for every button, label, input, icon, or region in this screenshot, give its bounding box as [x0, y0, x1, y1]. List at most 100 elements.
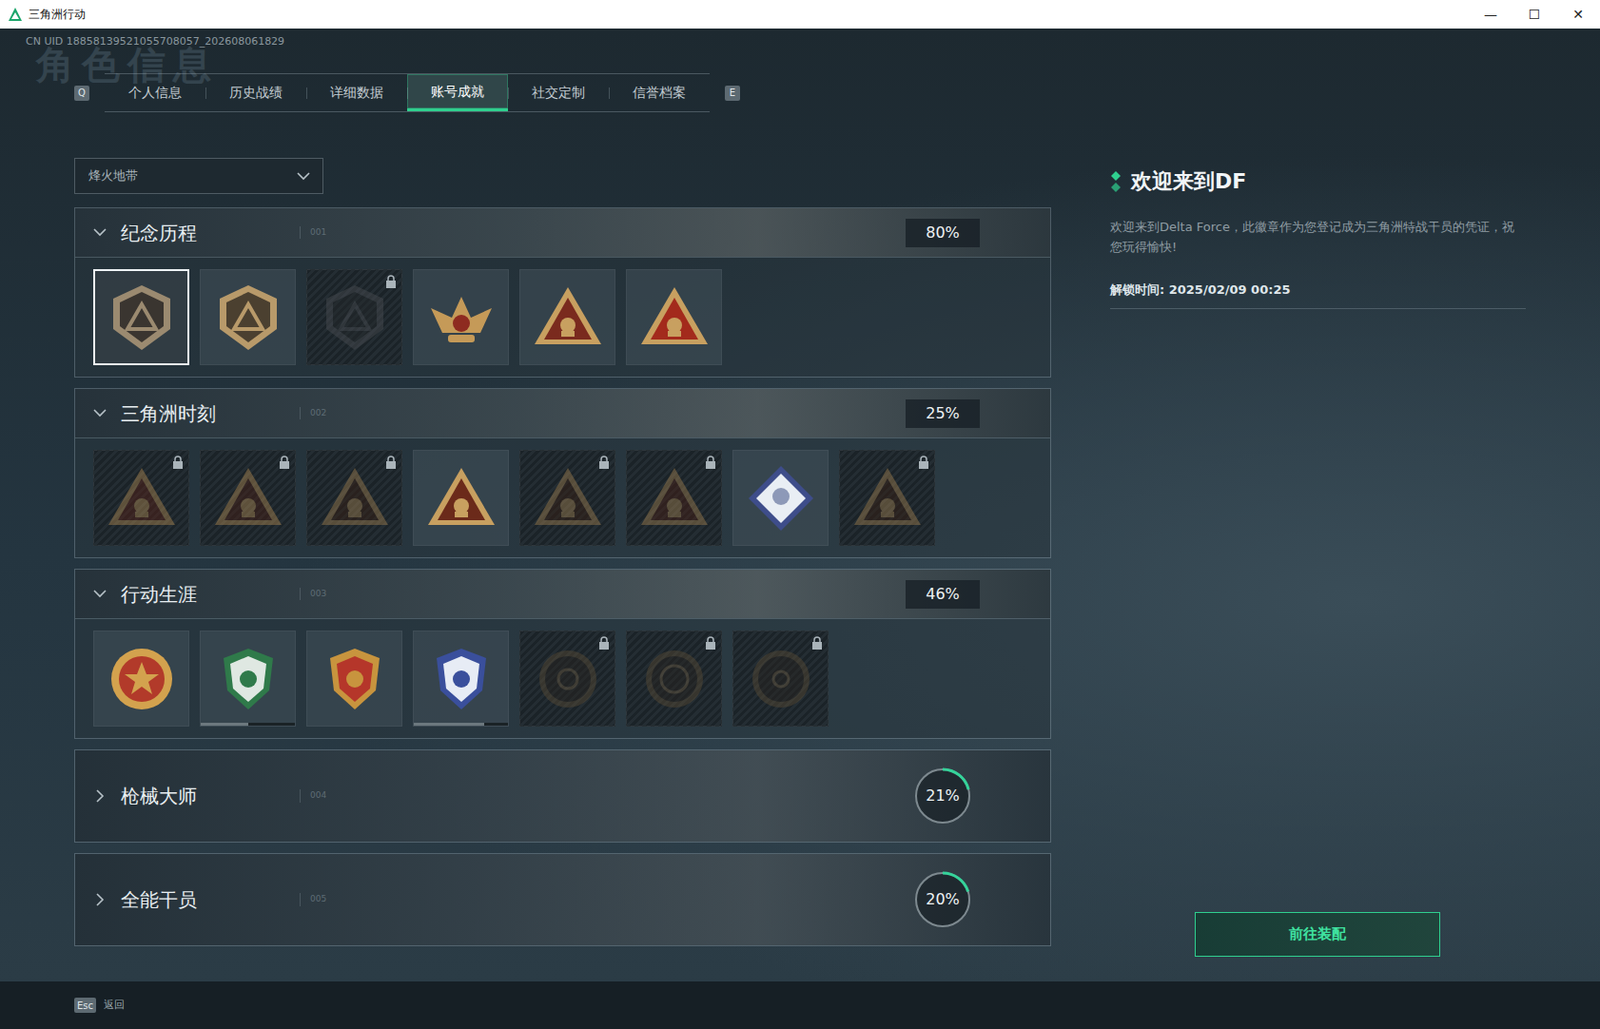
detail-header: 欢迎来到DF	[1110, 165, 1526, 197]
badge-detail-panel: 欢迎来到DF欢迎来到Delta Force，此徽章作为您登记成为三角洲特战干员的…	[1110, 157, 1526, 957]
achievement-list: 烽火地带纪念历程00180%三角洲时刻00225%行动生涯00346%枪械大师0…	[74, 157, 1052, 957]
tab-strip: 个人信息历史战绩详细数据账号成就社交定制信誉档案	[104, 73, 710, 113]
uid-label: CN UID 18858139521055708057_202608061829	[0, 28, 1600, 48]
chevron-down-icon	[295, 169, 312, 183]
achievement-section: 三角洲时刻00225%	[74, 388, 1052, 559]
badge-tile[interactable]	[306, 449, 403, 547]
section-title: 三角洲时刻	[120, 399, 293, 429]
section-title: 纪念历程	[120, 218, 293, 248]
badge-tile[interactable]	[732, 449, 829, 547]
chevron-down-icon	[92, 225, 108, 241]
badge-tile[interactable]	[93, 449, 190, 547]
window-control[interactable]: ☐	[1512, 4, 1557, 25]
tab[interactable]: 账号成就	[407, 74, 508, 112]
badge-tile[interactable]	[199, 630, 296, 727]
badge-emblem-icon	[636, 460, 713, 537]
section-header[interactable]: 三角洲时刻00225%	[75, 389, 1051, 438]
tab-bar: Q 个人信息历史战绩详细数据账号成就社交定制信誉档案 E	[74, 73, 1600, 113]
section-number: 003	[299, 587, 327, 602]
badge-grid	[75, 437, 1051, 558]
chevron-right-icon	[92, 788, 108, 804]
badge-tile[interactable]	[199, 449, 296, 547]
window-control[interactable]: ✕	[1556, 4, 1600, 25]
window-title: 三角洲行动	[22, 5, 86, 23]
section-header[interactable]: 纪念历程00180%	[75, 208, 1051, 257]
main-screen: 角色信息CN UID 18858139521055708057_20260806…	[0, 28, 1600, 982]
badge-progress-track	[200, 722, 295, 726]
badge-emblem-icon	[849, 460, 926, 537]
badge-emblem-icon	[529, 641, 606, 718]
progress-ring: 20%	[913, 870, 973, 930]
badge-emblem-icon	[423, 460, 500, 537]
section-header[interactable]: 行动生涯00346%	[75, 569, 1051, 619]
achievement-section: 枪械大师 004 21%	[74, 749, 1052, 843]
next-tab-key[interactable]: E	[724, 85, 741, 101]
badge-emblem-icon	[529, 460, 606, 537]
badge-tile[interactable]	[93, 269, 190, 366]
section-percent: 20%	[913, 870, 973, 930]
section-percent: 21%	[913, 766, 973, 826]
unlock-label: 解锁时间:	[1110, 282, 1165, 297]
badge-tile[interactable]	[412, 269, 509, 366]
badge-emblem-icon	[103, 641, 180, 718]
chevron-down-icon	[92, 406, 108, 422]
badge-emblem-icon	[103, 279, 180, 356]
badge-progress-fill	[413, 722, 485, 726]
tab[interactable]: 社交定制	[507, 74, 609, 112]
badge-emblem-icon	[210, 279, 287, 356]
badge-emblem-icon	[316, 641, 393, 718]
back-key[interactable]: Esc	[74, 997, 97, 1014]
tab[interactable]: 信誉档案	[608, 74, 710, 112]
tab[interactable]: 个人信息	[104, 74, 206, 112]
badge-tile[interactable]	[412, 449, 509, 547]
badge-tile[interactable]	[306, 269, 403, 366]
unlock-time: 解锁时间: 2025/02/09 00:25	[1110, 280, 1526, 311]
badge-tile[interactable]	[306, 630, 403, 727]
unlock-value: 2025/02/09 00:25	[1169, 282, 1291, 297]
badge-emblem-icon	[316, 460, 393, 537]
badge-progress-track	[413, 722, 508, 726]
title-bar: 三角洲行动 —☐✕	[0, 0, 1600, 29]
section-number: 001	[299, 226, 327, 240]
tab[interactable]: 历史战绩	[205, 74, 307, 112]
badge-grid	[75, 618, 1051, 739]
section-title: 枪械大师	[120, 781, 293, 811]
badge-emblem-icon	[742, 641, 820, 718]
section-title: 全能干员	[120, 885, 293, 915]
section-number: 002	[299, 407, 327, 421]
mode-value: 烽火地带	[88, 166, 138, 186]
badge-tile[interactable]	[412, 630, 509, 727]
section-header[interactable]: 全能干员 005 20%	[75, 854, 1051, 946]
equip-button[interactable]: 前往装配	[1194, 912, 1441, 957]
section-header[interactable]: 枪械大师 004 21%	[75, 750, 1051, 842]
badge-tile[interactable]	[519, 449, 616, 547]
mode-dropdown[interactable]: 烽火地带	[74, 157, 324, 195]
badge-tile[interactable]	[732, 630, 829, 727]
badge-tile[interactable]	[625, 630, 722, 727]
badge-emblem-icon	[210, 641, 287, 718]
section-percent: 46%	[905, 580, 980, 609]
prev-tab-key[interactable]: Q	[74, 85, 90, 101]
window-control[interactable]: —	[1468, 4, 1513, 25]
badge-tile[interactable]	[625, 269, 722, 366]
badge-tile[interactable]	[93, 630, 190, 727]
achievement-section: 行动生涯00346%	[74, 568, 1052, 740]
section-number: 004	[299, 789, 327, 803]
badge-grid	[75, 256, 1051, 377]
section-number: 005	[299, 893, 327, 907]
badge-tile[interactable]	[625, 449, 722, 547]
badge-tile[interactable]	[199, 269, 296, 366]
badge-tile[interactable]	[519, 630, 616, 727]
back-label[interactable]: 返回	[103, 997, 125, 1015]
badge-tile[interactable]	[519, 269, 616, 366]
app-window: 三角洲行动 —☐✕ 角色信息CN UID 18858139521055708057_…	[0, 0, 1600, 1029]
tab[interactable]: 详细数据	[306, 74, 408, 112]
progress-ring: 21%	[913, 766, 973, 826]
badge-emblem-icon	[529, 279, 606, 356]
badge-emblem-icon	[316, 279, 393, 356]
badge-tile[interactable]	[839, 449, 936, 547]
badge-emblem-icon	[423, 279, 500, 356]
badge-progress-fill	[200, 722, 249, 726]
badge-emblem-icon	[636, 641, 713, 718]
badge-emblem-icon	[423, 641, 500, 718]
